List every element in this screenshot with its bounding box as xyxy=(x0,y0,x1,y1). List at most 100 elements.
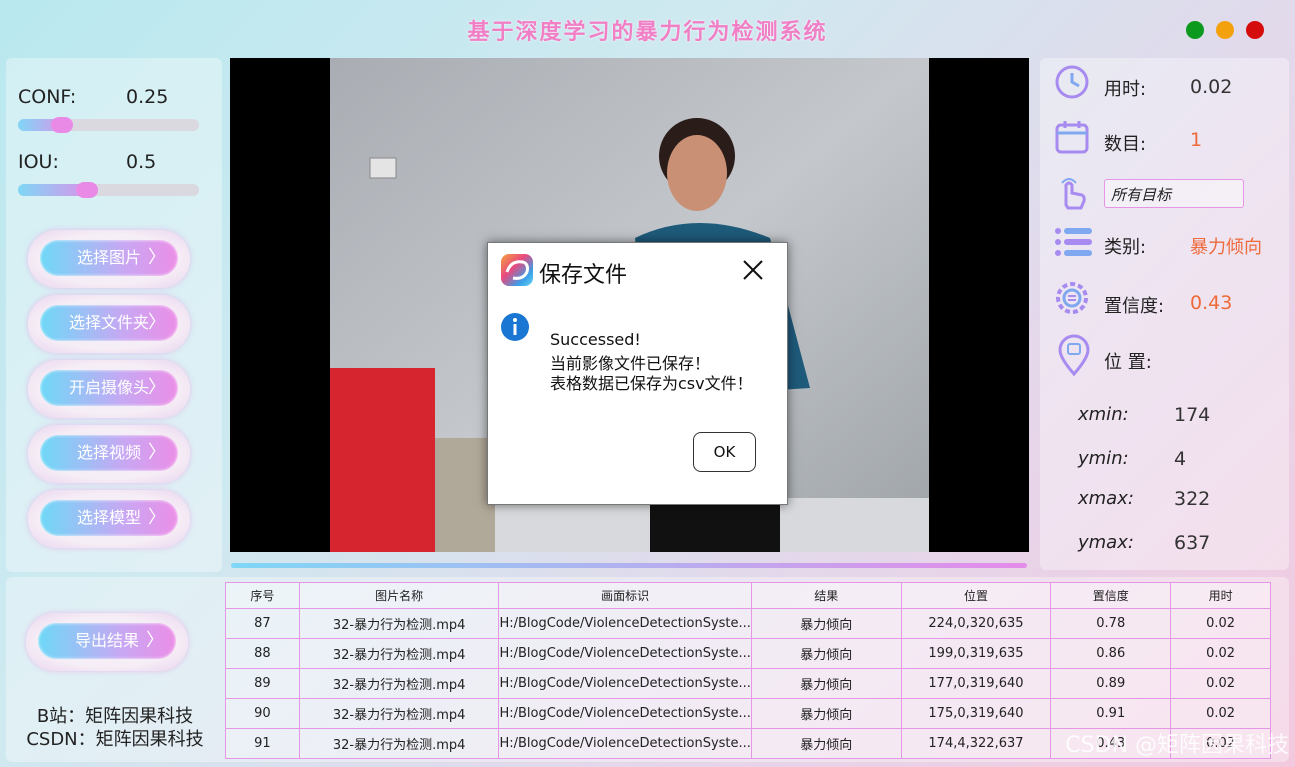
table-row[interactable]: 87 32-暴力行为检测.mp4 H:/BlogCode/ViolenceDet… xyxy=(225,608,1271,639)
cell-frame-id: H:/BlogCode/ViolenceDetectionSyste... xyxy=(498,638,752,669)
app-logo-icon xyxy=(501,254,533,286)
cell-result: 暴力倾向 xyxy=(750,608,902,639)
open-camera-button[interactable]: 开启摄像头〉 xyxy=(40,370,178,406)
iou-value: 0.5 xyxy=(126,151,157,173)
iou-slider[interactable] xyxy=(18,182,199,198)
header-position[interactable]: 位置 xyxy=(900,582,1052,609)
conf-slider[interactable] xyxy=(18,117,199,133)
cell-confidence: 0.86 xyxy=(1050,638,1172,669)
table-row[interactable]: 89 32-暴力行为检测.mp4 H:/BlogCode/ViolenceDet… xyxy=(225,668,1271,699)
target-select-value: 所有目标 xyxy=(1111,186,1172,204)
cell-file-name: 32-暴力行为检测.mp4 xyxy=(298,728,500,759)
chevron-right-icon: 〉 xyxy=(148,507,166,528)
touch-hand-icon xyxy=(1054,175,1090,211)
cell-position: 199,0,319,635 xyxy=(900,638,1052,669)
export-label: 导出结果 xyxy=(74,631,139,650)
cell-position: 174,4,322,637 xyxy=(900,728,1052,759)
gear-icon xyxy=(1052,278,1092,318)
cell-time: 0.02 xyxy=(1170,608,1271,639)
cell-position: 177,0,319,640 xyxy=(900,668,1052,699)
count-label: 数目: xyxy=(1104,134,1147,155)
cell-index: 88 xyxy=(225,638,300,669)
cell-frame-id: H:/BlogCode/ViolenceDetectionSyste... xyxy=(498,728,752,759)
minimize-button[interactable] xyxy=(1186,21,1204,39)
select-image-button-frame: 选择图片〉 xyxy=(28,230,190,288)
select-image-button[interactable]: 选择图片〉 xyxy=(40,240,178,276)
cell-frame-id: H:/BlogCode/ViolenceDetectionSyste... xyxy=(498,608,752,639)
header-frame-id[interactable]: 画面标识 xyxy=(498,582,752,609)
chevron-right-icon: 〉 xyxy=(148,377,166,398)
cell-time: 0.02 xyxy=(1170,638,1271,669)
cell-file-name: 32-暴力行为检测.mp4 xyxy=(298,668,500,699)
iou-label: IOU: xyxy=(18,151,59,173)
ymin-label: ymin: xyxy=(1078,448,1129,469)
chevron-right-icon: 〉 xyxy=(148,442,166,463)
dialog-message-line1: Successed! xyxy=(550,330,641,349)
open-camera-button-frame: 开启摄像头〉 xyxy=(28,360,190,418)
app-title: 基于深度学习的暴力行为检测系统 xyxy=(467,19,828,45)
video-progress-bar[interactable] xyxy=(231,563,1027,568)
header-time[interactable]: 用时 xyxy=(1170,582,1271,609)
xmax-value: 322 xyxy=(1174,488,1211,510)
cell-confidence: 0.78 xyxy=(1050,608,1172,639)
dialog-close-icon[interactable] xyxy=(740,257,766,283)
target-select[interactable]: 所有目标 xyxy=(1104,179,1244,208)
cell-index: 91 xyxy=(225,728,300,759)
export-button-frame: 导出结果〉 xyxy=(26,613,188,671)
ymax-value: 637 xyxy=(1174,532,1211,554)
ok-button[interactable]: OK xyxy=(693,432,756,472)
confidence-label: 置信度: xyxy=(1104,296,1165,317)
cell-result: 暴力倾向 xyxy=(750,638,902,669)
list-icon xyxy=(1054,226,1094,258)
cell-frame-id: H:/BlogCode/ViolenceDetectionSyste... xyxy=(498,668,752,699)
conf-value: 0.25 xyxy=(126,86,169,108)
cell-time: 0.02 xyxy=(1170,668,1271,699)
maximize-button[interactable] xyxy=(1216,21,1234,39)
time-label: 用时: xyxy=(1104,79,1147,100)
chevron-right-icon: 〉 xyxy=(146,630,164,651)
xmax-label: xmax: xyxy=(1078,488,1134,509)
location-pin-icon xyxy=(1056,334,1092,376)
count-value: 1 xyxy=(1190,129,1203,151)
select-folder-button[interactable]: 选择文件夹〉 xyxy=(40,305,178,341)
table-row[interactable]: 88 32-暴力行为检测.mp4 H:/BlogCode/ViolenceDet… xyxy=(225,638,1271,669)
cell-result: 暴力倾向 xyxy=(750,668,902,699)
header-result[interactable]: 结果 xyxy=(750,582,902,609)
header-file-name[interactable]: 图片名称 xyxy=(298,582,500,609)
dialog-message-line3: 表格数据已保存为csv文件！ xyxy=(550,374,753,393)
cell-file-name: 32-暴力行为检测.mp4 xyxy=(298,698,500,729)
select-folder-label: 选择文件夹 xyxy=(68,313,149,332)
ymin-value: 4 xyxy=(1174,448,1187,470)
chevron-right-icon: 〉 xyxy=(148,312,166,333)
table-row[interactable]: 90 32-暴力行为检测.mp4 H:/BlogCode/ViolenceDet… xyxy=(225,698,1271,729)
conf-slider-handle[interactable] xyxy=(51,117,73,133)
close-window-button[interactable] xyxy=(1246,21,1264,39)
xmin-value: 174 xyxy=(1174,404,1211,426)
save-file-dialog: 保存文件 Successed! 当前影像文件已保存！ 表格数据已保存为csv文件… xyxy=(487,242,788,505)
chevron-right-icon: 〉 xyxy=(148,247,166,268)
class-value: 暴力倾向 xyxy=(1190,237,1262,258)
position-label: 位 置: xyxy=(1104,352,1152,373)
calendar-icon xyxy=(1054,119,1090,155)
csdn-watermark: CSDN @矩阵因果科技 xyxy=(1065,733,1289,758)
select-video-button[interactable]: 选择视频〉 xyxy=(40,435,178,471)
xmin-label: xmin: xyxy=(1078,404,1129,425)
cell-index: 87 xyxy=(225,608,300,639)
export-results-button[interactable]: 导出结果〉 xyxy=(38,623,176,659)
header-confidence[interactable]: 置信度 xyxy=(1050,582,1172,609)
cell-index: 90 xyxy=(225,698,300,729)
iou-slider-handle[interactable] xyxy=(76,182,98,198)
class-label: 类别: xyxy=(1104,237,1147,258)
confidence-value: 0.43 xyxy=(1190,292,1233,314)
cell-frame-id: H:/BlogCode/ViolenceDetectionSyste... xyxy=(498,698,752,729)
header-index[interactable]: 序号 xyxy=(225,582,300,609)
select-image-label: 选择图片 xyxy=(76,248,141,267)
select-model-button-frame: 选择模型〉 xyxy=(28,490,190,548)
cell-file-name: 32-暴力行为检测.mp4 xyxy=(298,638,500,669)
clock-icon xyxy=(1054,64,1090,100)
open-camera-label: 开启摄像头 xyxy=(68,378,149,397)
select-model-button[interactable]: 选择模型〉 xyxy=(40,500,178,536)
cell-index: 89 xyxy=(225,668,300,699)
select-video-label: 选择视频 xyxy=(76,443,141,462)
cell-time: 0.02 xyxy=(1170,698,1271,729)
